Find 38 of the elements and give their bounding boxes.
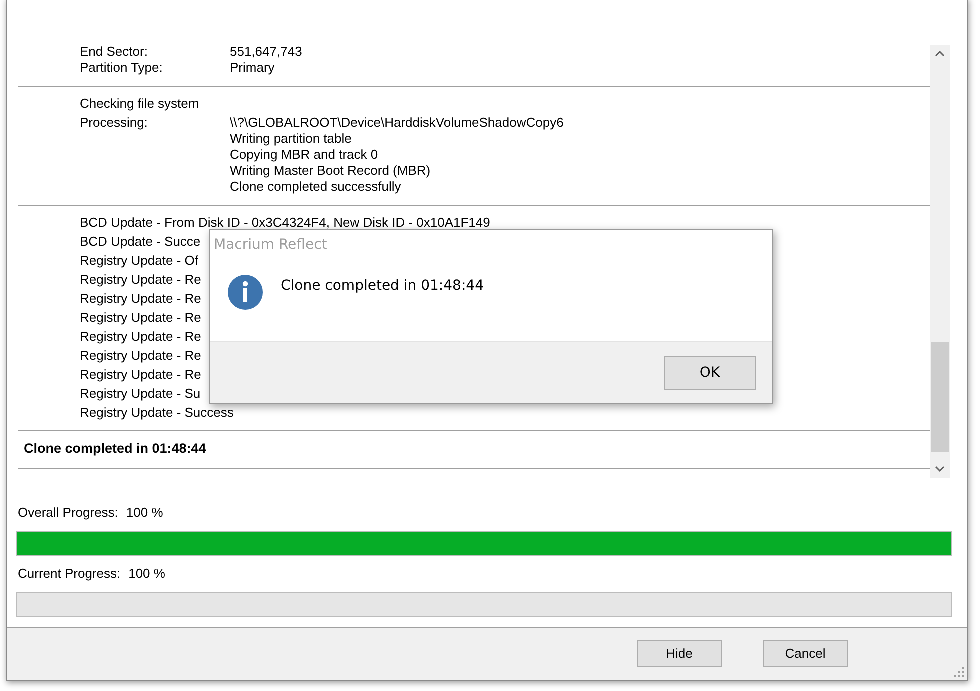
log-value: Writing Master Boot Record (MBR)	[230, 163, 432, 179]
scroll-down-icon[interactable]	[935, 466, 945, 472]
dialog-title: Macrium Reflect	[213, 236, 328, 255]
scroll-thumb[interactable]	[931, 342, 949, 452]
log-line: BCD Update - Succe	[80, 234, 201, 249]
hide-button[interactable]: Hide	[637, 640, 722, 668]
progress-label: Overall Progress:	[18, 505, 118, 522]
log-line: Registry Update - Success	[80, 405, 234, 420]
log-value: 551,647,743	[230, 44, 304, 60]
log-value: \\?\GLOBALROOT\Device\HarddiskVolumeShadowCopy6	[230, 115, 565, 131]
completion-summary: Clone completed in 01:48:44	[23, 440, 208, 458]
log-value: Copying MBR and track 0	[230, 147, 380, 163]
log-line: Registry Update - Re	[80, 310, 202, 325]
log-label: Partition Type:	[80, 60, 164, 76]
scroll-up-icon[interactable]	[935, 51, 945, 57]
ok-button[interactable]: OK	[664, 356, 756, 390]
log-line: Registry Update - Re	[80, 329, 202, 344]
log-line: Registry Update - Re	[80, 291, 202, 306]
progress-label: Current Progress:	[18, 566, 121, 582]
log-line: Registry Update - Re	[80, 367, 202, 382]
log-label: End Sector:	[80, 44, 149, 60]
log-line: Registry Update - Of	[80, 253, 198, 268]
log-line: Registry Update - Re	[80, 348, 202, 363]
log-value: Primary	[230, 60, 276, 76]
progress-reading: 100 %	[128, 566, 166, 582]
scrollbar[interactable]	[930, 45, 950, 478]
resize-grip-icon[interactable]	[954, 667, 964, 677]
info-icon	[228, 275, 263, 310]
log-value: Writing partition table	[230, 131, 353, 147]
log-label: Processing:	[80, 115, 149, 131]
log-line: Registry Update - Re	[80, 272, 202, 287]
log-label: Checking file system	[80, 96, 200, 112]
cancel-button[interactable]: Cancel	[763, 640, 848, 668]
dialog-message: Clone completed in 01:48:44	[281, 277, 484, 294]
log-line: Registry Update - Su	[80, 386, 201, 401]
log-value: Clone completed successfully	[230, 179, 402, 195]
progress-reading: 100 %	[126, 505, 164, 522]
log-line: BCD Update - From Disk ID - 0x3C4324F4, New Disk ID - 0x10A1F149	[80, 215, 490, 230]
